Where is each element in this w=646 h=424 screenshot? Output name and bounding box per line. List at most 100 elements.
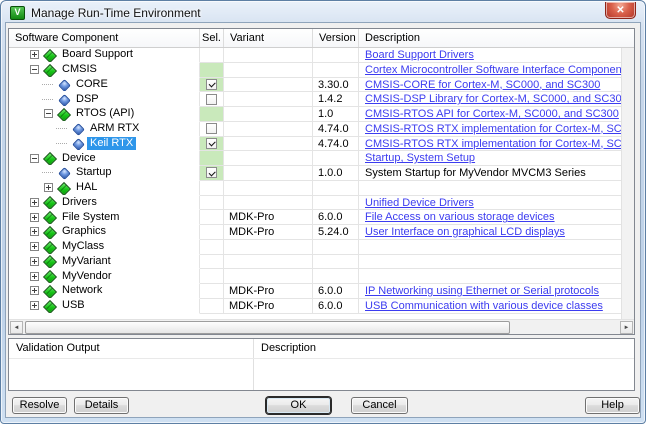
component-label[interactable]: RTOS (API) (73, 107, 137, 120)
description-cell: CMSIS-RTOS RTX implementation for Cortex… (359, 137, 621, 152)
description-link[interactable]: CMSIS-CORE for Cortex-M, SC000, and SC30… (365, 79, 600, 91)
component-checkbox[interactable] (206, 123, 217, 134)
scroll-left-arrow-icon[interactable]: ◄ (10, 321, 23, 334)
sel-cell (200, 166, 224, 181)
close-button[interactable]: ✕ (605, 2, 636, 19)
table-row[interactable]: USB MDK-Pro 6.0.0 USB Communication with… (9, 299, 621, 314)
table-row[interactable]: File System MDK-Pro 6.0.0 File Access on… (9, 210, 621, 225)
description-link[interactable]: User Interface on graphical LCD displays (365, 226, 565, 238)
horizontal-scroll-thumb[interactable] (25, 321, 510, 334)
manage-rte-dialog: V Manage Run-Time Environment ✕ Software… (0, 0, 646, 424)
component-label[interactable]: ARM RTX (87, 122, 142, 135)
horizontal-scrollbar[interactable]: ◄ ► (9, 319, 634, 334)
resolve-button[interactable]: Resolve (12, 397, 67, 414)
expander-icon[interactable] (30, 257, 39, 266)
expander-icon[interactable] (30, 65, 39, 74)
expander-icon[interactable] (44, 109, 53, 118)
table-row[interactable]: Device Startup, System Setup (9, 151, 621, 166)
component-label[interactable]: Device (59, 152, 99, 165)
component-label[interactable]: Keil RTX (87, 137, 136, 150)
version-cell (313, 255, 359, 270)
description-link[interactable]: Board Support Drivers (365, 49, 474, 61)
version-cell: 5.24.0 (313, 225, 359, 240)
table-row[interactable]: Graphics MDK-Pro 5.24.0 User Interface o… (9, 225, 621, 240)
component-checkbox[interactable] (206, 94, 217, 105)
component-label[interactable]: File System (59, 211, 122, 224)
description-link[interactable]: CMSIS-RTOS RTX implementation for Cortex… (365, 123, 621, 135)
component-cell: Keil RTX (9, 137, 200, 152)
table-row[interactable]: MyVendor (9, 269, 621, 284)
cancel-button[interactable]: Cancel (351, 397, 408, 414)
component-checkbox[interactable] (206, 138, 217, 149)
description-link[interactable]: IP Networking using Ethernet or Serial p… (365, 285, 599, 297)
header-software-component[interactable]: Software Component (9, 29, 200, 47)
table-row[interactable]: CORE 3.30.0 CMSIS-CORE for Cortex-M, SC0… (9, 78, 621, 93)
variant-cell: MDK-Pro (224, 225, 313, 240)
component-label[interactable]: CMSIS (59, 63, 100, 76)
variant-cell (224, 181, 313, 196)
component-label[interactable]: MyVariant (59, 255, 114, 268)
description-link[interactable]: CMSIS-DSP Library for Cortex-M, SC000, a… (365, 93, 621, 105)
expander-icon[interactable] (30, 227, 39, 236)
table-row[interactable]: CMSIS Cortex Microcontroller Software In… (9, 63, 621, 78)
table-row[interactable]: MyClass (9, 240, 621, 255)
description-link[interactable]: Startup, System Setup (365, 152, 475, 164)
table-row[interactable]: HAL (9, 181, 621, 196)
expander-icon[interactable] (30, 213, 39, 222)
table-row[interactable]: MyVariant (9, 255, 621, 270)
header-variant[interactable]: Variant (224, 29, 313, 47)
expander-icon[interactable] (44, 183, 53, 192)
details-button[interactable]: Details (74, 397, 129, 414)
header-sel[interactable]: Sel. (200, 29, 224, 47)
description-cell: User Interface on graphical LCD displays (359, 225, 621, 240)
component-label[interactable]: Drivers (59, 196, 100, 209)
scroll-right-arrow-icon[interactable]: ► (620, 321, 633, 334)
table-row[interactable]: DSP 1.4.2 CMSIS-DSP Library for Cortex-M… (9, 92, 621, 107)
description-link[interactable]: CMSIS-RTOS RTX implementation for Cortex… (365, 138, 621, 150)
component-cell: MyVendor (9, 269, 200, 284)
expander-icon[interactable] (30, 198, 39, 207)
description-link[interactable]: CMSIS-RTOS API for Cortex-M, SC000, and … (365, 108, 619, 120)
component-label[interactable]: DSP (73, 93, 102, 106)
component-label[interactable]: Board Support (59, 48, 136, 61)
table-row[interactable]: ARM RTX 4.74.0 CMSIS-RTOS RTX implementa… (9, 122, 621, 137)
table-row[interactable]: Drivers Unified Device Drivers (9, 196, 621, 211)
component-label[interactable]: MyClass (59, 240, 107, 253)
description-link[interactable]: USB Communication with various device cl… (365, 300, 603, 312)
ok-button[interactable]: OK (266, 397, 331, 414)
component-label[interactable]: USB (59, 299, 88, 312)
expander-icon[interactable] (30, 286, 39, 295)
component-label[interactable]: CORE (73, 78, 111, 91)
description-link[interactable]: Cortex Microcontroller Software Interfac… (365, 64, 621, 76)
component-cell: Board Support (9, 48, 200, 63)
component-cell: DSP (9, 92, 200, 107)
description-link[interactable]: File Access on various storage devices (365, 211, 555, 223)
title-bar[interactable]: V Manage Run-Time Environment ✕ (2, 2, 644, 23)
table-row[interactable]: Network MDK-Pro 6.0.0 IP Networking usin… (9, 284, 621, 299)
table-row[interactable]: RTOS (API) 1.0 CMSIS-RTOS API for Cortex… (9, 107, 621, 122)
header-version[interactable]: Version (313, 29, 359, 47)
help-button[interactable]: Help (585, 397, 640, 414)
component-label[interactable]: Network (59, 284, 105, 297)
description-link[interactable]: Unified Device Drivers (365, 197, 474, 209)
vertical-scrollbar[interactable] (621, 48, 634, 319)
component-checkbox[interactable] (206, 167, 217, 178)
variant-cell (224, 255, 313, 270)
table-row[interactable]: Keil RTX 4.74.0 CMSIS-RTOS RTX implement… (9, 137, 621, 152)
expander-icon[interactable] (30, 242, 39, 251)
sel-cell (200, 48, 224, 63)
expander-icon[interactable] (30, 154, 39, 163)
component-checkbox[interactable] (206, 79, 217, 90)
expander-icon[interactable] (30, 50, 39, 59)
component-label[interactable]: HAL (73, 181, 100, 194)
table-row[interactable]: Startup 1.0.0 System Startup for MyVendo… (9, 166, 621, 181)
header-description[interactable]: Description (359, 29, 634, 47)
component-label[interactable]: Graphics (59, 225, 109, 238)
tree-indent (9, 172, 44, 173)
expander-icon[interactable] (30, 272, 39, 281)
expander-icon[interactable] (30, 301, 39, 310)
component-label[interactable]: Startup (73, 166, 114, 179)
component-cell: USB (9, 299, 200, 314)
component-label[interactable]: MyVendor (59, 270, 115, 283)
table-row[interactable]: Board Support Board Support Drivers (9, 48, 621, 63)
